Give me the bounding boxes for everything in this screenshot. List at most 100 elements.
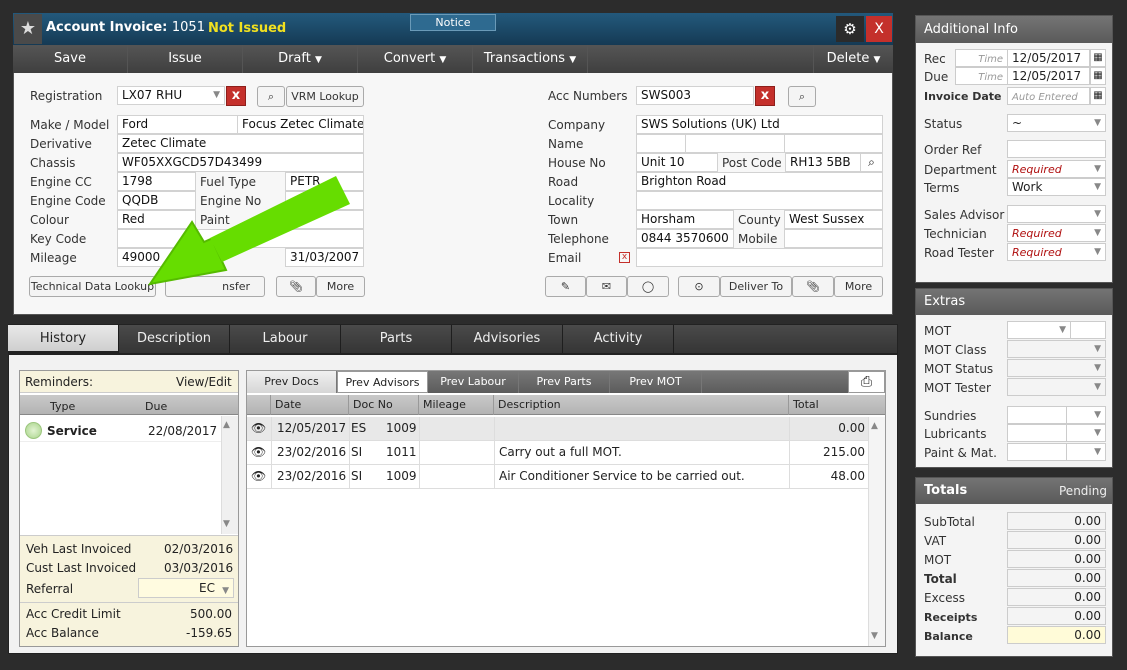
clear-account-button[interactable]: x [755,86,775,106]
transactions-menu[interactable]: Transactions ▼ [473,45,588,73]
tab-description[interactable]: Description [119,325,230,353]
chevron-down-icon: ▼ [439,55,447,65]
status-select[interactable]: ~ ▼ [1007,114,1106,132]
mobile-field[interactable] [784,229,883,248]
reminders-view-edit-link[interactable]: View/Edit [176,375,232,389]
invoice-date-field[interactable]: Auto Entered [1007,87,1090,105]
name-first-field[interactable] [685,134,785,153]
order-ref-field[interactable] [1007,140,1106,158]
edit-button[interactable]: ✎ [545,276,586,297]
eye-icon[interactable]: 👁︎ [251,441,266,464]
chassis-field[interactable]: WF05XXGCD57D43499 [117,153,364,172]
chevron-down-icon: ▼ [569,55,577,65]
county-field[interactable]: West Sussex [784,210,883,229]
due-date-field[interactable]: 12/05/2017 [1007,67,1090,85]
lubricants-select[interactable]: ▼ [1066,424,1106,442]
technical-data-lookup-button[interactable]: Technical Data Lookup [29,276,156,297]
tab-advisories[interactable]: Advisories [452,325,563,353]
tab-parts[interactable]: Parts [341,325,452,353]
paint-mat-select[interactable]: ▼ [1066,443,1106,461]
house-no-field[interactable]: Unit 10 [636,153,718,172]
subtab-prev-labour[interactable]: Prev Labour [428,371,519,393]
model-field[interactable]: Focus Zetec Climate [237,115,364,134]
road-field[interactable]: Brighton Road [636,172,883,191]
account-search-button[interactable]: ⌕ [788,86,816,107]
draft-menu[interactable]: Draft ▼ [243,45,358,73]
eye-icon[interactable]: 👁︎ [251,465,266,488]
calendar-icon[interactable]: ▦ [1090,87,1106,105]
subtab-prev-docs[interactable]: Prev Docs [247,371,337,393]
post-code-field[interactable]: RH13 5BB [785,153,861,172]
sundries-select[interactable]: ▼ [1066,406,1106,424]
scroll-down-icon[interactable]: ▼ [223,519,230,529]
derivative-field[interactable]: Zetec Climate [117,134,364,153]
save-button[interactable]: Save [13,45,128,73]
locality-field[interactable] [636,191,883,210]
mot-status-select[interactable]: ▼ [1007,359,1106,377]
sales-advisor-select[interactable]: ▼ [1007,205,1106,223]
history-scrollbar[interactable] [868,417,885,646]
tab-labour[interactable]: Labour [230,325,341,353]
mot-label: MOT [924,324,952,338]
mot-select[interactable]: ▼ [1007,321,1071,339]
star-icon[interactable]: ★ [14,14,42,44]
issue-button[interactable]: Issue [128,45,243,73]
subtab-prev-parts[interactable]: Prev Parts [519,371,610,393]
reminders-scrollbar[interactable] [221,416,238,534]
search-button[interactable]: ⌕ [257,86,285,107]
notice-tab[interactable]: Notice [410,14,496,31]
sundries-field[interactable] [1007,406,1067,424]
close-icon[interactable]: X [866,16,892,42]
customer-more-button[interactable]: More [834,276,883,297]
gear-icon[interactable]: ⚙ [836,16,864,42]
referral-select[interactable]: EC ▼ [138,578,234,598]
lubricants-field[interactable] [1007,424,1067,442]
make-field[interactable]: Ford [117,115,238,134]
message-button[interactable]: ◯ [627,276,669,297]
email-field[interactable] [636,248,883,267]
department-select[interactable]: Required ▼ [1007,160,1106,178]
deliver-to-button[interactable]: Deliver To [720,276,792,297]
excess-value: 0.00 [1007,588,1106,606]
map-button[interactable]: ⊙ [678,276,720,297]
terms-select[interactable]: Work ▼ [1007,178,1106,196]
town-field[interactable]: Horsham [636,210,734,229]
scroll-up-icon[interactable]: ▲ [871,421,878,431]
customer-attach-button[interactable]: 📎︎ [792,276,834,297]
registration-select[interactable]: LX07 RHU ▼ [117,86,225,105]
postcode-search-icon[interactable]: ⌕ [860,153,883,172]
vrm-lookup-button[interactable]: VRM Lookup [286,86,364,107]
telephone-field[interactable]: 0844 3570600 [636,229,734,248]
scroll-down-icon[interactable]: ▼ [871,631,878,641]
calendar-icon[interactable]: ▦ [1090,67,1106,85]
delete-menu[interactable]: Delete ▼ [813,45,893,73]
email-button[interactable]: ✉ [586,276,627,297]
envelope-icon: ✉ [601,280,612,293]
mot-tester-select[interactable]: ▼ [1007,378,1106,396]
tab-activity[interactable]: Activity [563,325,674,353]
technician-select[interactable]: Required ▼ [1007,224,1106,242]
rec-date-field[interactable]: 12/05/2017 [1007,49,1090,67]
post-code-label: Post Code [722,156,782,170]
rec-time-field[interactable]: Time [955,49,1008,67]
subtab-prev-advisors[interactable]: Prev Advisors [337,371,428,393]
paint-mat-field[interactable] [1007,443,1067,461]
col-doc-no: Doc No [349,395,419,415]
clear-registration-button[interactable]: x [226,86,246,106]
name-last-field[interactable] [784,134,883,153]
company-field[interactable]: SWS Solutions (UK) Ltd [636,115,883,134]
acc-number-field[interactable]: SWS003 [636,86,754,105]
road-tester-select[interactable]: Required ▼ [1007,243,1106,261]
due-time-field[interactable]: Time [955,67,1008,85]
col-date: Date [271,395,349,415]
mot-class-select[interactable]: ▼ [1007,340,1106,358]
print-icon[interactable]: ⎙ [848,371,885,393]
calendar-icon[interactable]: ▦ [1090,49,1106,67]
name-title-field[interactable] [636,134,686,153]
subtab-prev-mot[interactable]: Prev MOT [610,371,702,393]
scroll-up-icon[interactable]: ▲ [223,420,230,430]
mot-value-field[interactable] [1070,321,1106,339]
convert-menu[interactable]: Convert ▼ [358,45,473,73]
tab-history[interactable]: History [8,325,119,353]
eye-icon[interactable]: 👁︎ [251,417,266,440]
